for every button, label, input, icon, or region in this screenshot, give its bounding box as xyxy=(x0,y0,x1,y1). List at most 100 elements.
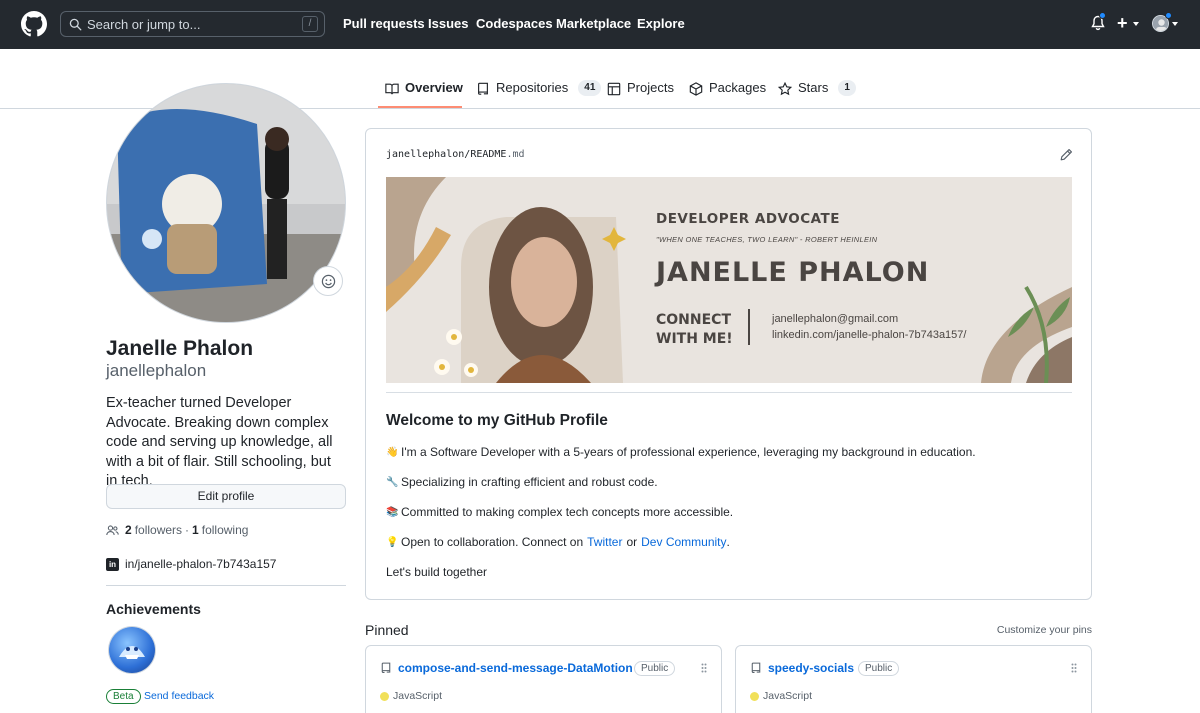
readme-heading: Welcome to my GitHub Profile xyxy=(386,412,608,429)
banner-email: janellephalon@gmail.com xyxy=(772,313,899,325)
tab-projects-label: Projects xyxy=(627,80,674,95)
readme-line-text: Committed to making complex tech concept… xyxy=(401,505,734,519)
twitter-link[interactable]: Twitter xyxy=(587,535,622,549)
edit-pencil-icon[interactable] xyxy=(1059,148,1073,162)
nav-issues[interactable]: Issues xyxy=(428,16,468,31)
banner-role: DEVELOPER ADVOCATE xyxy=(656,211,840,227)
user-menu-caret-icon[interactable] xyxy=(1172,22,1178,26)
visibility-badge: Public xyxy=(858,661,900,676)
books-icon: 📚 xyxy=(386,506,399,518)
tab-stars[interactable]: Stars 1 xyxy=(778,80,856,108)
github-logo-icon[interactable] xyxy=(21,11,47,37)
linkedin-link[interactable]: in in/janelle-phalon-7b743a157 xyxy=(106,557,276,571)
create-new-caret-icon[interactable] xyxy=(1133,22,1139,26)
tab-overview[interactable]: Overview xyxy=(385,80,463,108)
readme-closing: Let's build together xyxy=(386,565,488,579)
nav-explore[interactable]: Explore xyxy=(637,16,685,31)
collab-or: or xyxy=(626,535,638,549)
nav-codespaces[interactable]: Codespaces xyxy=(476,16,553,31)
pinned-repo-name[interactable]: speedy-socials xyxy=(768,661,854,675)
dev-community-link[interactable]: Dev Community xyxy=(641,535,726,549)
table-icon xyxy=(607,82,621,96)
banner-linkedin: linkedin.com/janelle-phalon-7b743a157/ xyxy=(772,329,967,341)
edit-profile-button[interactable]: Edit profile xyxy=(106,484,346,509)
beta-label: Beta xyxy=(106,689,141,704)
achievement-badge[interactable] xyxy=(109,627,155,673)
repo-icon xyxy=(381,662,391,673)
pinned-repo-card: compose-and-send-message-DataMotion Publ… xyxy=(365,645,722,713)
follow-stats: 2 followers · 1 following xyxy=(106,523,248,537)
collab-period: . xyxy=(726,535,730,549)
followers-label[interactable]: followers xyxy=(135,523,182,537)
notification-dot xyxy=(1099,12,1106,19)
visibility-badge: Public xyxy=(634,661,676,676)
user-status-dot xyxy=(1165,12,1172,19)
nav-pull-requests[interactable]: Pull requests xyxy=(343,16,425,31)
linkedin-handle[interactable]: in/janelle-phalon-7b743a157 xyxy=(125,557,276,571)
readme-line-collaboration: 💡 Open to collaboration. Connect on Twit… xyxy=(386,535,730,549)
top-navigation-bar: Search or jump to... / Pull requests Iss… xyxy=(0,0,1200,49)
profile-name: Janelle Phalon xyxy=(106,337,254,360)
pinned-heading: Pinned xyxy=(365,622,409,638)
repo-icon xyxy=(751,662,761,673)
repo-icon xyxy=(478,82,488,95)
banner-connect-line2: WITH ME! xyxy=(656,331,733,347)
linkedin-icon: in xyxy=(106,557,119,571)
avatar-photo xyxy=(107,84,345,322)
tab-packages-label: Packages xyxy=(709,80,767,95)
wave-icon: 👋 xyxy=(386,446,399,458)
shark-badge-icon xyxy=(119,646,145,659)
tab-repositories-label: Repositories xyxy=(496,80,569,95)
stars-count-badge: 1 xyxy=(838,80,856,96)
search-input[interactable]: Search or jump to... / xyxy=(60,11,325,37)
smiley-icon xyxy=(321,274,336,289)
send-feedback-link[interactable]: Send feedback xyxy=(144,690,214,702)
search-shortcut-key: / xyxy=(302,16,318,32)
customize-pins-link[interactable]: Customize your pins xyxy=(997,624,1092,636)
profile-avatar[interactable] xyxy=(106,83,346,323)
search-icon xyxy=(69,18,82,31)
banner-connect: CONNECT WITH ME! xyxy=(656,311,736,349)
tab-repositories[interactable]: Repositories 41 xyxy=(476,80,602,108)
lightbulb-icon: 💡 xyxy=(386,536,399,548)
sidebar-divider xyxy=(106,585,346,586)
tab-overview-label: Overview xyxy=(405,80,463,95)
nav-marketplace[interactable]: Marketplace xyxy=(556,16,631,31)
follow-separator: · xyxy=(185,523,190,537)
banner-quote: "WHEN ONE TEACHES, TWO LEARN" - ROBERT H… xyxy=(656,235,878,244)
readme-line-committed: 📚 Committed to making complex tech conce… xyxy=(386,505,733,519)
repo-language-label: JavaScript xyxy=(763,690,813,702)
repo-language-label: JavaScript xyxy=(393,690,443,702)
readme-path-user[interactable]: janellephalon xyxy=(386,149,464,160)
followers-count[interactable]: 2 xyxy=(125,523,132,537)
repo-language: JavaScript xyxy=(750,690,812,702)
people-icon xyxy=(106,524,119,535)
readme-line-experience: 👋 I'm a Software Developer with a 5-year… xyxy=(386,445,976,459)
tab-stars-label: Stars xyxy=(798,80,829,95)
readme-line-specializing: 🔧 Specializing in crafting efficient and… xyxy=(386,475,658,489)
set-status-button[interactable] xyxy=(313,266,343,296)
star-icon xyxy=(778,82,792,96)
drag-grip-icon[interactable] xyxy=(701,663,707,673)
create-new-plus-icon[interactable]: + xyxy=(1117,13,1128,33)
following-label[interactable]: following xyxy=(202,523,249,537)
wrench-icon: 🔧 xyxy=(386,476,399,488)
package-icon xyxy=(689,82,703,96)
banner-name: JANELLE PHALON xyxy=(656,257,930,288)
drag-grip-icon[interactable] xyxy=(1071,663,1077,673)
banner-divider xyxy=(748,309,750,345)
following-count[interactable]: 1 xyxy=(192,523,199,537)
tab-projects[interactable]: Projects xyxy=(607,80,674,108)
pinned-repo-name[interactable]: compose-and-send-message-DataMotion xyxy=(398,661,633,675)
readme-path-extension: .md xyxy=(506,149,525,160)
javascript-color-dot xyxy=(380,691,389,701)
repositories-count-badge: 41 xyxy=(578,80,602,96)
readme-path-file: README xyxy=(470,149,507,160)
search-placeholder: Search or jump to... xyxy=(87,17,201,32)
collab-text: Open to collaboration. Connect on xyxy=(401,535,584,549)
readme-banner-image: DEVELOPER ADVOCATE "WHEN ONE TEACHES, TW… xyxy=(386,177,1072,383)
repo-language: JavaScript xyxy=(380,690,442,702)
banner-connect-line1: CONNECT xyxy=(656,312,731,328)
tab-packages[interactable]: Packages xyxy=(689,80,766,108)
pinned-repo-card: speedy-socials Public JavaScript xyxy=(735,645,1092,713)
